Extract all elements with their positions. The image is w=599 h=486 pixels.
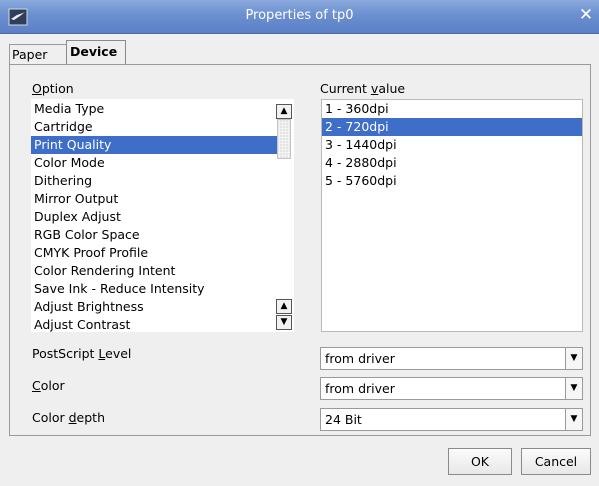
postscript-level-label: PostScript Level [32,346,132,361]
dialog-body: Paper Device Option Media Type Cartridge P… [0,34,599,486]
scroll-up-icon[interactable]: ▲ [276,104,292,119]
window-title: Properties of tp0 [245,8,354,23]
value-list-item[interactable]: 3 - 1440dpi [322,136,582,154]
tab-device[interactable]: Device [66,40,126,65]
value-list-item[interactable]: 1 - 360dpi [322,100,582,118]
close-icon[interactable]: ✕ [578,6,594,24]
scroll-thumb[interactable] [277,119,291,159]
option-list-item[interactable]: Print Quality [31,136,277,154]
option-list-item[interactable]: RGB Color Space [31,226,277,244]
value-list-item[interactable]: 2 - 720dpi [322,118,582,136]
color-label: Color [32,378,65,393]
option-list[interactable]: Media Type Cartridge Print Quality Color Mo… [31,99,294,332]
value-list[interactable]: 1 - 360dpi 2 - 720dpi 3 - 1440dpi 4 - 2880d… [321,99,583,332]
scroll-up-icon[interactable]: ▲ [276,299,292,314]
title-bar[interactable]: Properties of tp0 ✕ [0,0,599,34]
cancel-button[interactable]: Cancel [521,448,591,475]
ok-button[interactable]: OK [448,448,512,475]
value-list-item[interactable]: 4 - 2880dpi [322,154,582,172]
option-list-item[interactable]: Color Rendering Intent [31,262,277,280]
chevron-down-icon[interactable]: ▼ [565,348,582,369]
option-label: Option [32,81,74,96]
option-list-item[interactable]: Adjust Brightness [31,298,277,316]
color-value: from driver [325,381,395,396]
chevron-down-icon[interactable]: ▼ [565,378,582,399]
value-list-item[interactable]: 5 - 5760dpi [322,172,582,190]
option-list-item[interactable]: Media Type [31,100,277,118]
postscript-level-select[interactable]: from driver ▼ [320,347,583,370]
option-list-scrollbar[interactable]: ▲ ▲ ▼ [276,99,292,332]
color-depth-label: Color depth [32,410,105,425]
postscript-level-value: from driver [325,351,395,366]
option-list-item[interactable]: Adjust Contrast [31,316,277,332]
chevron-down-icon[interactable]: ▼ [565,409,582,430]
option-list-item[interactable]: CMYK Proof Profile [31,244,277,262]
option-list-item[interactable]: Dithering [31,172,277,190]
color-select[interactable]: from driver ▼ [320,377,583,400]
option-list-item[interactable]: Duplex Adjust [31,208,277,226]
option-list-item[interactable]: Mirror Output [31,190,277,208]
tab-paper[interactable]: Paper [9,44,66,65]
option-list-item[interactable]: Cartridge [31,118,277,136]
color-depth-select[interactable]: 24 Bit ▼ [320,408,583,431]
option-list-item[interactable]: Color Mode [31,154,277,172]
color-depth-value: 24 Bit [325,412,362,427]
option-list-item[interactable]: Save Ink - Reduce Intensity [31,280,277,298]
device-panel: Option Media Type Cartridge Print Quality C… [9,64,591,436]
current-value-label: Current value [320,81,406,96]
scroll-down-icon[interactable]: ▼ [276,315,292,330]
